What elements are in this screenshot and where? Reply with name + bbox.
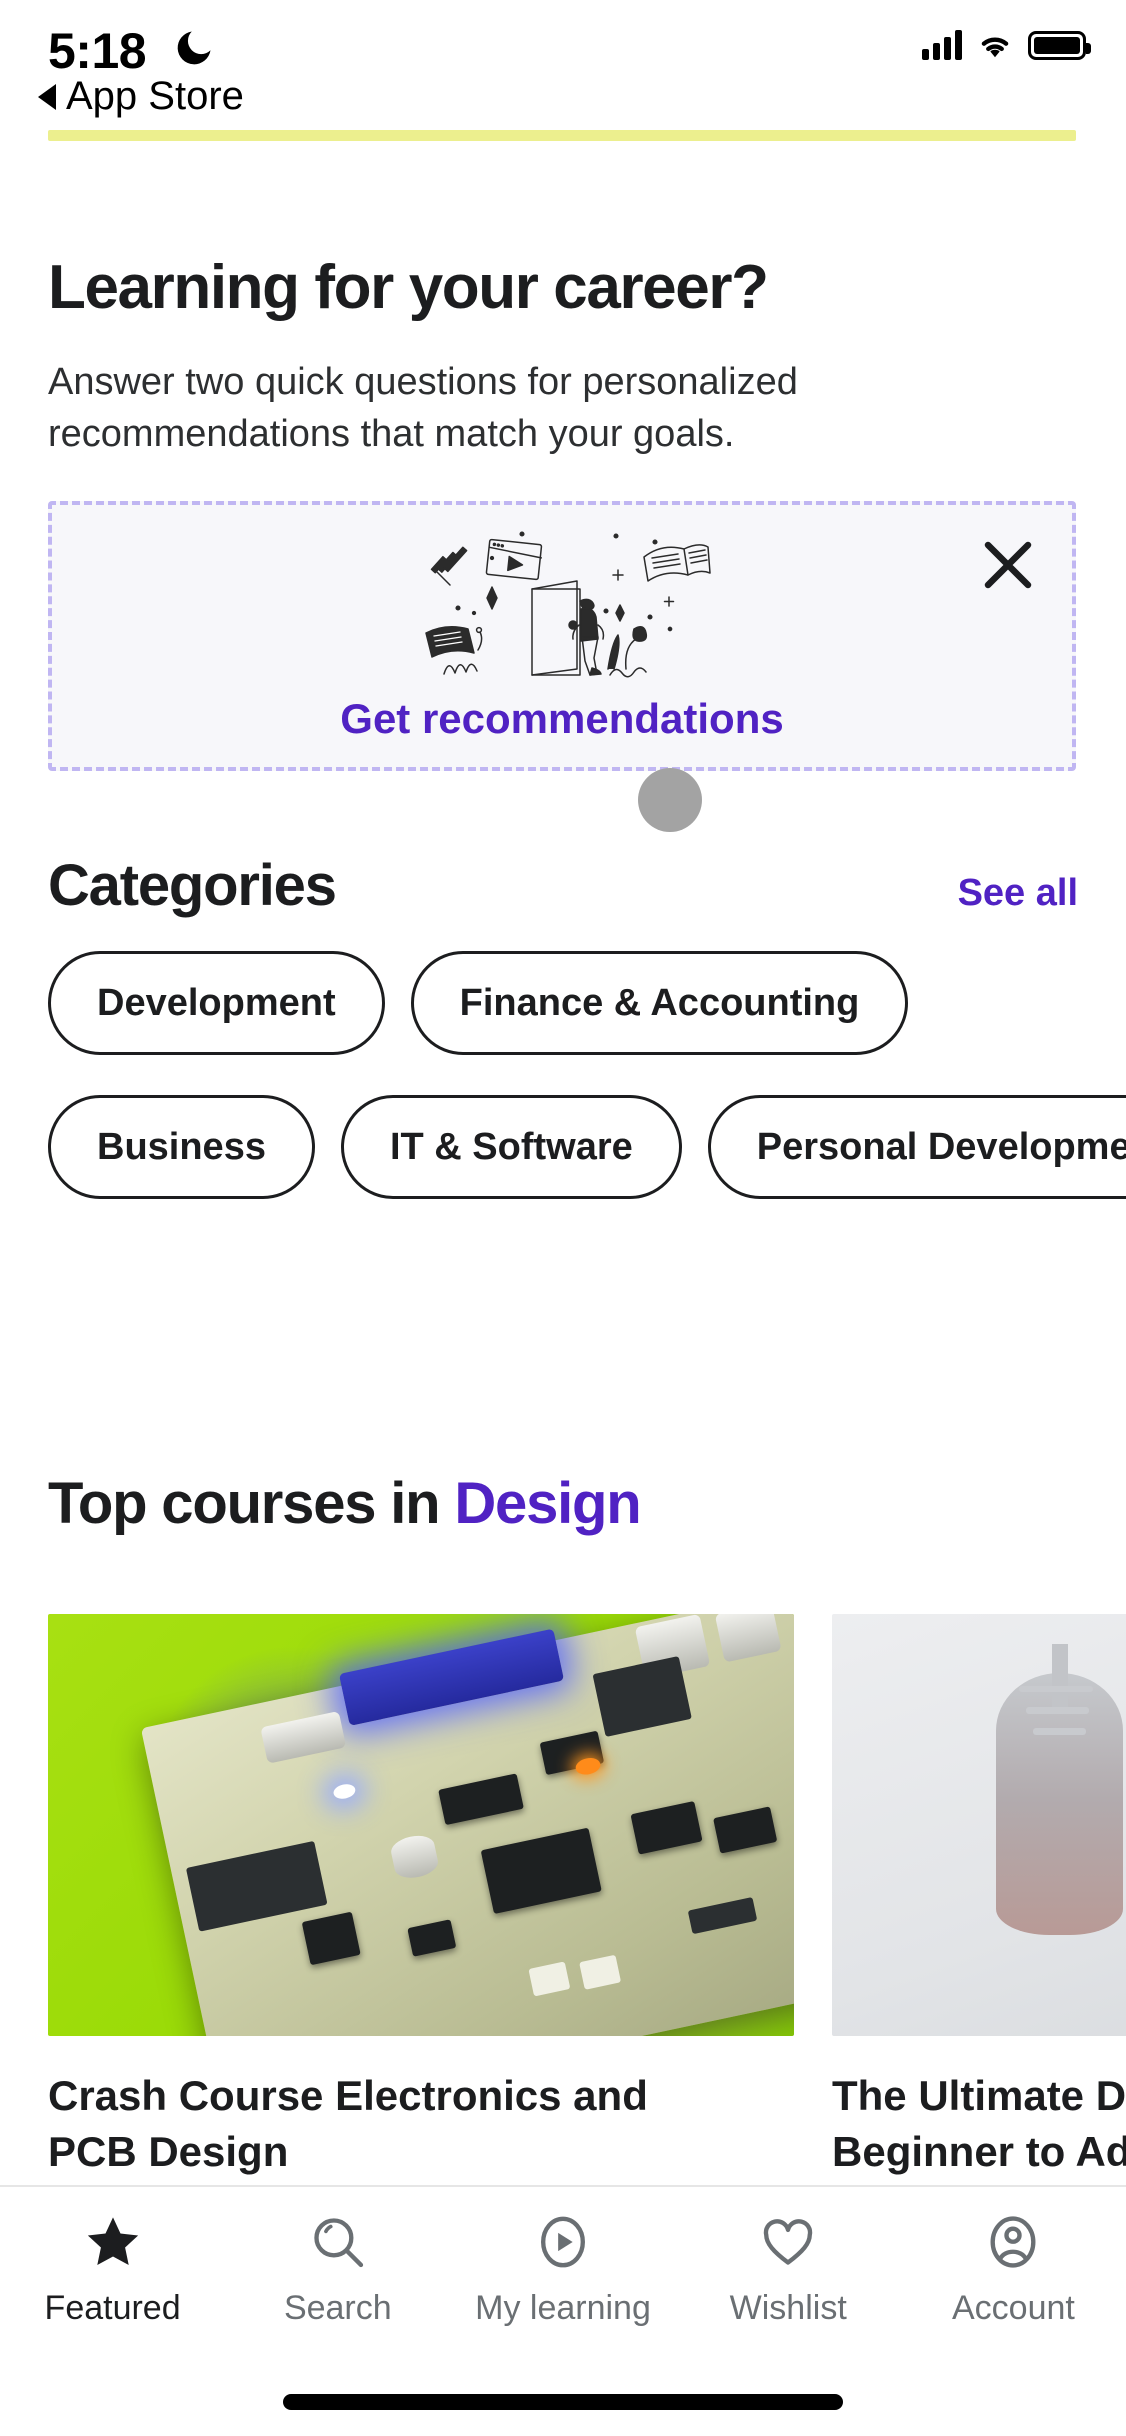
back-triangle-icon [38, 83, 56, 110]
get-recommendations-link[interactable]: Get recommendations [340, 695, 783, 743]
cellular-signal-icon [922, 30, 962, 60]
star-icon [82, 2211, 144, 2273]
circuit-board-on-green-background [48, 1614, 794, 2036]
category-pill-development[interactable]: Development [48, 951, 385, 1055]
tab-label: Account [951, 2289, 1075, 2327]
back-link-label: App Store [66, 74, 244, 118]
touch-pointer-indicator [638, 768, 702, 832]
close-promo-button[interactable] [970, 527, 1046, 603]
top-courses-title-highlight: Design [454, 1471, 641, 1536]
bottom-tab-bar[interactable]: Featured Search My learning Wishlist Acc… [0, 2185, 1126, 2436]
category-pill-personal-development[interactable]: Personal Development [707, 1095, 1126, 1199]
course-thumbnail [48, 1614, 794, 2036]
status-time: 5:18 [48, 23, 147, 79]
categories-header: Categories See all [48, 852, 1078, 919]
recommendations-promo-card[interactable]: Get recommendations [48, 501, 1076, 771]
category-pill-row-2[interactable]: Business IT & Software Personal Developm… [48, 1095, 1126, 1199]
course-title: The Ultimate Drawing Course - Beginner t… [832, 2072, 1126, 2175]
person-walking-through-door-illustration [425, 531, 711, 678]
tab-my-learning[interactable]: My learning [450, 2211, 675, 2359]
home-indicator [283, 2394, 843, 2410]
tab-featured[interactable]: Featured [0, 2211, 225, 2359]
tab-search[interactable]: Search [225, 2211, 450, 2359]
category-pill-finance-accounting[interactable]: Finance & Accounting [410, 951, 909, 1055]
category-pill-business[interactable]: Business [48, 1095, 315, 1199]
tab-wishlist[interactable]: Wishlist [676, 2211, 901, 2359]
tab-label: My learning [475, 2289, 651, 2327]
play-circle-icon [532, 2211, 594, 2273]
wifi-icon [981, 37, 1009, 58]
top-courses-header: Top courses in Design [48, 1470, 1078, 1537]
top-courses-title-prefix: Top courses in [48, 1471, 455, 1536]
course-title: Crash Course Electronics and PCB Design [48, 2072, 648, 2175]
scroll-content[interactable]: Learning for your career? Answer two qui… [0, 160, 1126, 2185]
category-pill-it-software[interactable]: IT & Software [340, 1095, 682, 1199]
person-circle-icon [982, 2211, 1044, 2273]
page-title: Learning for your career? [48, 253, 769, 322]
top-courses-title: Top courses in Design [48, 1470, 642, 1537]
crescent-moon-icon [177, 31, 211, 65]
app-screen: 5:18 App Store Learning for your career?… [0, 0, 1126, 2436]
course-thumbnail [832, 1614, 1126, 2036]
tab-label: Featured [44, 2289, 181, 2327]
course-card[interactable]: The Ultimate Drawing Course - Beginner t… [832, 1614, 1126, 2180]
battery-full-icon [1028, 31, 1091, 60]
magnifier-icon [307, 2211, 369, 2273]
heart-icon [757, 2211, 819, 2273]
category-pill-row-1[interactable]: Development Finance & Accounting [48, 951, 909, 1055]
close-x-icon [984, 541, 1032, 589]
course-card[interactable]: Crash Course Electronics and PCB Design [48, 1614, 794, 2180]
back-to-app-store-link[interactable]: App Store [38, 74, 244, 119]
tab-label: Wishlist [729, 2289, 847, 2327]
top-courses-carousel[interactable]: Crash Course Electronics and PCB Design [48, 1614, 1126, 2180]
categories-see-all-link[interactable]: See all [958, 872, 1078, 915]
status-indicators [922, 30, 1091, 60]
categories-title: Categories [48, 853, 337, 918]
page-loading-bar [48, 130, 1076, 141]
tab-label: Search [283, 2289, 392, 2327]
digital-illustration-of-person [832, 1614, 1126, 2036]
tab-account[interactable]: Account [901, 2211, 1126, 2359]
page-subtitle: Answer two quick questions for personali… [48, 361, 798, 455]
